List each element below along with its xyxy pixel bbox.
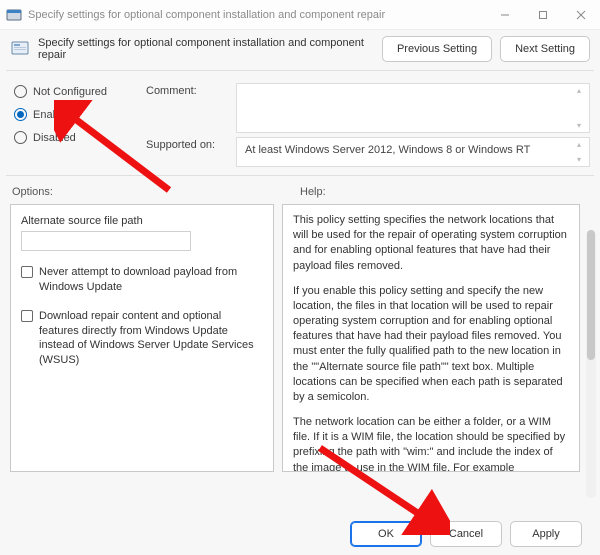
alt-source-path-input[interactable] (21, 231, 191, 251)
checkbox-icon (21, 266, 33, 278)
radio-not-configured[interactable]: Not Configured (14, 85, 134, 98)
comment-textarea[interactable]: ▴▾ (236, 83, 590, 133)
options-heading: Options: (12, 186, 292, 198)
help-paragraph: The network location can be either a fol… (293, 415, 569, 472)
comment-label: Comment: (146, 83, 226, 97)
policy-name: Specify settings for optional component … (38, 37, 374, 61)
help-description: This policy setting specifies the networ… (293, 213, 569, 472)
textarea-scroll[interactable]: ▴▾ (577, 140, 587, 164)
radio-icon (14, 131, 27, 144)
radio-icon (14, 108, 27, 121)
help-paragraph: If you enable this policy setting and sp… (293, 284, 569, 405)
radio-label: Enabled (33, 109, 73, 121)
ok-button[interactable]: OK (350, 521, 422, 547)
radio-label: Disabled (33, 132, 76, 144)
alt-source-path-label: Alternate source file path (21, 215, 263, 227)
options-pane: Alternate source file path Never attempt… (10, 204, 274, 472)
supported-on-label: Supported on: (146, 137, 226, 151)
apply-button[interactable]: Apply (510, 521, 582, 547)
radio-enabled[interactable]: Enabled (14, 108, 134, 121)
textarea-scroll[interactable]: ▴▾ (577, 86, 587, 130)
window-title: Specify settings for optional component … (28, 9, 486, 21)
checkbox-icon (21, 310, 33, 322)
checkbox-label: Download repair content and optional fea… (39, 309, 263, 368)
checkbox-label: Never attempt to download payload from W… (39, 265, 263, 295)
scrollbar-thumb[interactable] (587, 230, 595, 360)
checkbox-never-download[interactable]: Never attempt to download payload from W… (21, 265, 263, 295)
dialog-button-bar: OK Cancel Apply (0, 521, 600, 547)
radio-icon (14, 85, 27, 98)
header-row: Specify settings for optional component … (0, 30, 600, 64)
radio-disabled[interactable]: Disabled (14, 131, 134, 144)
state-area: Not Configured Enabled Disabled Comment:… (0, 77, 600, 169)
supported-on-box: At least Windows Server 2012, Windows 8 … (236, 137, 590, 167)
policy-window-icon (6, 7, 22, 23)
checkbox-wsus-bypass[interactable]: Download repair content and optional fea… (21, 309, 263, 368)
scrollbar-vertical[interactable] (586, 230, 596, 498)
separator (6, 70, 594, 71)
help-pane: This policy setting specifies the networ… (282, 204, 580, 472)
maximize-button[interactable] (524, 0, 562, 29)
next-setting-button[interactable]: Next Setting (500, 36, 590, 62)
close-button[interactable] (562, 0, 600, 29)
help-paragraph: This policy setting specifies the networ… (293, 213, 569, 274)
radio-label: Not Configured (33, 86, 107, 98)
separator (6, 175, 594, 176)
supported-on-value: At least Windows Server 2012, Windows 8 … (245, 144, 530, 156)
policy-icon (10, 39, 30, 59)
minimize-button[interactable] (486, 0, 524, 29)
previous-setting-button[interactable]: Previous Setting (382, 36, 492, 62)
title-bar: Specify settings for optional component … (0, 0, 600, 30)
help-heading: Help: (300, 186, 590, 198)
cancel-button[interactable]: Cancel (430, 521, 502, 547)
state-radio-group: Not Configured Enabled Disabled (14, 83, 134, 167)
